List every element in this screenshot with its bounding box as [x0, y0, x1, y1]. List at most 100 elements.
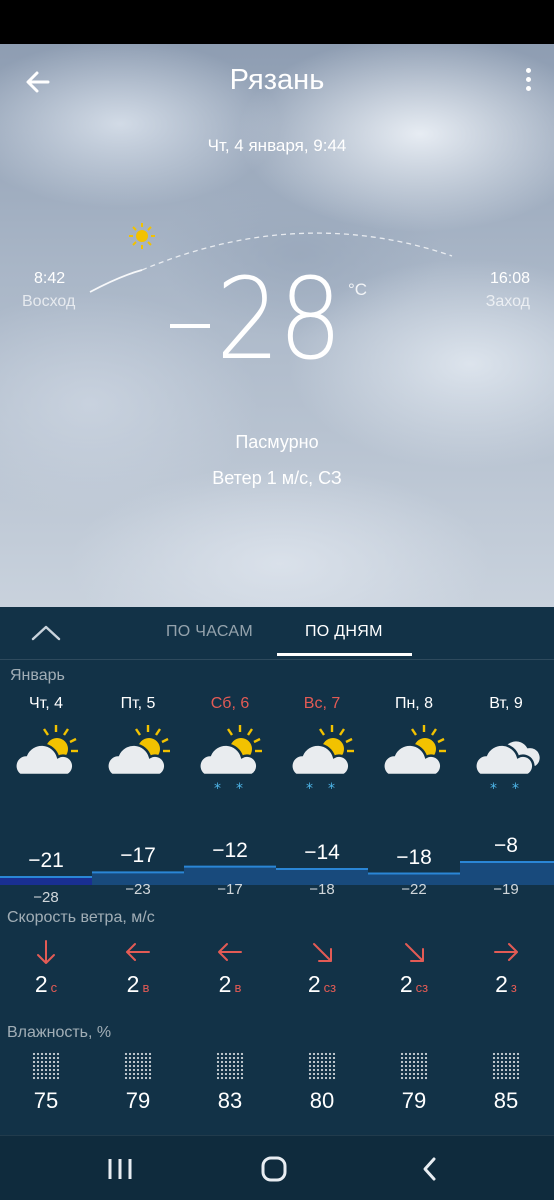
- day-label: Пт, 5: [120, 695, 156, 712]
- humidity-icon: [400, 1052, 428, 1080]
- wind-value: 2 сз: [276, 971, 368, 998]
- active-tab-indicator: [277, 653, 412, 656]
- day-label: Чт, 4: [28, 695, 63, 712]
- day-column[interactable]: Пн, 8: [368, 695, 460, 795]
- partly-cloudy-icon: [106, 725, 170, 777]
- wind-direction: в: [234, 980, 242, 995]
- current-wind: Ветер 1 м/с, СЗ: [212, 468, 342, 488]
- sunset-label: Заход: [485, 293, 530, 310]
- system-nav-bar: [0, 1135, 554, 1200]
- wind-speed: 2: [34, 971, 48, 997]
- back-nav-icon[interactable]: [418, 1154, 442, 1184]
- sunrise-label: Восход: [22, 293, 76, 310]
- wind-column: 2 сз: [276, 937, 368, 998]
- tab-hourly[interactable]: ПО ЧАСАМ: [166, 623, 253, 641]
- sunset-time: 16:08: [489, 270, 530, 287]
- day-column[interactable]: Чт, 4: [0, 695, 92, 795]
- day-column[interactable]: Вс, 7 * *: [276, 695, 368, 795]
- temperature-unit: °C: [348, 280, 368, 299]
- day-low-temp: −17: [217, 881, 243, 898]
- more-vert-icon[interactable]: [520, 68, 536, 98]
- svg-text:*: *: [512, 781, 519, 795]
- humidity-value: 75: [33, 1088, 59, 1113]
- wind-column: 2 сз: [368, 937, 460, 998]
- wind-direction: сз: [323, 980, 337, 995]
- wind-direction-arrow-icon: [313, 943, 332, 962]
- svg-text:*: *: [214, 781, 221, 795]
- partly-cloudy-icon: [382, 725, 446, 777]
- wind-direction-arrow-icon: [37, 940, 55, 964]
- temperature-bar: [0, 877, 92, 885]
- forecast-panel: ПО ЧАСАМ ПО ДНЯМ Январь Чт, 4 Пт, 5 Сб, 6 *…: [0, 607, 554, 1135]
- wind-speed: 2: [399, 971, 413, 997]
- day-high-temp: −12: [212, 838, 248, 862]
- humidity-value: 85: [493, 1088, 519, 1113]
- day-low-temp: −22: [401, 881, 427, 898]
- day-high-temp: −18: [396, 845, 432, 869]
- partly-cloudy-icon: [14, 725, 78, 777]
- wind-value: 2с: [0, 971, 92, 998]
- day-low-temp: −23: [125, 881, 151, 898]
- humidity-icon: [124, 1052, 152, 1080]
- wind-direction-arrow-icon: [405, 943, 424, 962]
- wind-value: 2в: [92, 971, 184, 998]
- month-label: Январь: [10, 667, 65, 684]
- day-label: Пн, 8: [394, 695, 434, 712]
- humidity-label: Влажность, %: [7, 1024, 112, 1041]
- wind-direction-arrow-icon: [218, 943, 242, 961]
- day-high-temp: −21: [28, 849, 64, 872]
- sunrise-time: 8:42: [34, 270, 66, 287]
- wind-direction: з: [510, 980, 517, 995]
- temperature-range-strip: −21 −28 −17 −23 −12 −17 −14 −18 −18 −22 −8 −19: [0, 825, 554, 915]
- day-low-temp: −18: [309, 881, 335, 898]
- svg-text:*: *: [306, 781, 313, 795]
- day-low-temp: −28: [33, 889, 59, 906]
- day-columns: Чт, 4 Пт, 5 Сб, 6 * * Вс, 7 * * Пн, 8 Вт, 9 * *: [0, 695, 554, 805]
- wind-direction: в: [142, 980, 150, 995]
- wind-speed: 2: [495, 971, 508, 997]
- day-column[interactable]: Сб, 6 * *: [184, 695, 276, 795]
- humidity-column: 80: [276, 1052, 368, 1114]
- humidity-column: 79: [92, 1052, 184, 1114]
- cloudy-snow-icon: * *: [474, 738, 543, 795]
- humidity-column: 79: [368, 1052, 460, 1114]
- chevron-up-icon[interactable]: [30, 621, 62, 643]
- humidity-icon: [492, 1052, 520, 1080]
- minus-sign: [170, 324, 210, 328]
- svg-text:*: *: [328, 781, 335, 795]
- wind-value: 2 сз: [368, 971, 460, 998]
- day-high-temp: −14: [304, 840, 340, 864]
- wind-value: 2з: [460, 971, 552, 998]
- humidity-value: 80: [309, 1088, 335, 1113]
- wind-direction-arrow-icon: [494, 943, 518, 961]
- wind-column: 2с: [0, 937, 92, 998]
- day-column[interactable]: Вт, 9 * *: [460, 695, 552, 795]
- divider: [0, 659, 554, 660]
- humidity-icon: [216, 1052, 244, 1080]
- humidity-row: 75 79 83 80 79 85: [0, 1052, 554, 1122]
- wind-direction-arrow-icon: [126, 943, 150, 961]
- wind-column: 2з: [460, 937, 552, 998]
- forecast-tabs: ПО ЧАСАМ ПО ДНЯМ: [0, 607, 554, 657]
- home-icon[interactable]: [259, 1154, 289, 1184]
- day-label: Вс, 7: [303, 695, 341, 712]
- sun-icon: [129, 223, 155, 249]
- svg-text:*: *: [490, 781, 497, 795]
- recent-apps-icon[interactable]: [106, 1154, 134, 1184]
- current-weather-header: Рязань Чт, 4 января, 9:44 8:42 Восход 16…: [0, 44, 554, 607]
- status-bar: [0, 0, 554, 44]
- wind-column: 2в: [184, 937, 276, 998]
- temperature-value: 28: [216, 255, 342, 385]
- humidity-icon: [308, 1052, 336, 1080]
- humidity-column: 83: [184, 1052, 276, 1114]
- partly-cloudy-snow-icon: * *: [198, 725, 262, 795]
- svg-text:*: *: [236, 781, 243, 795]
- wind-speed: 2: [307, 971, 321, 997]
- wind-column: 2в: [92, 937, 184, 998]
- partly-cloudy-snow-icon: * *: [290, 725, 354, 795]
- humidity-value: 79: [125, 1088, 151, 1113]
- day-label: Сб, 6: [210, 695, 250, 712]
- day-column[interactable]: Пт, 5: [92, 695, 184, 795]
- current-datetime: Чт, 4 января, 9:44: [207, 136, 347, 155]
- tab-daily[interactable]: ПО ДНЯМ: [305, 623, 383, 641]
